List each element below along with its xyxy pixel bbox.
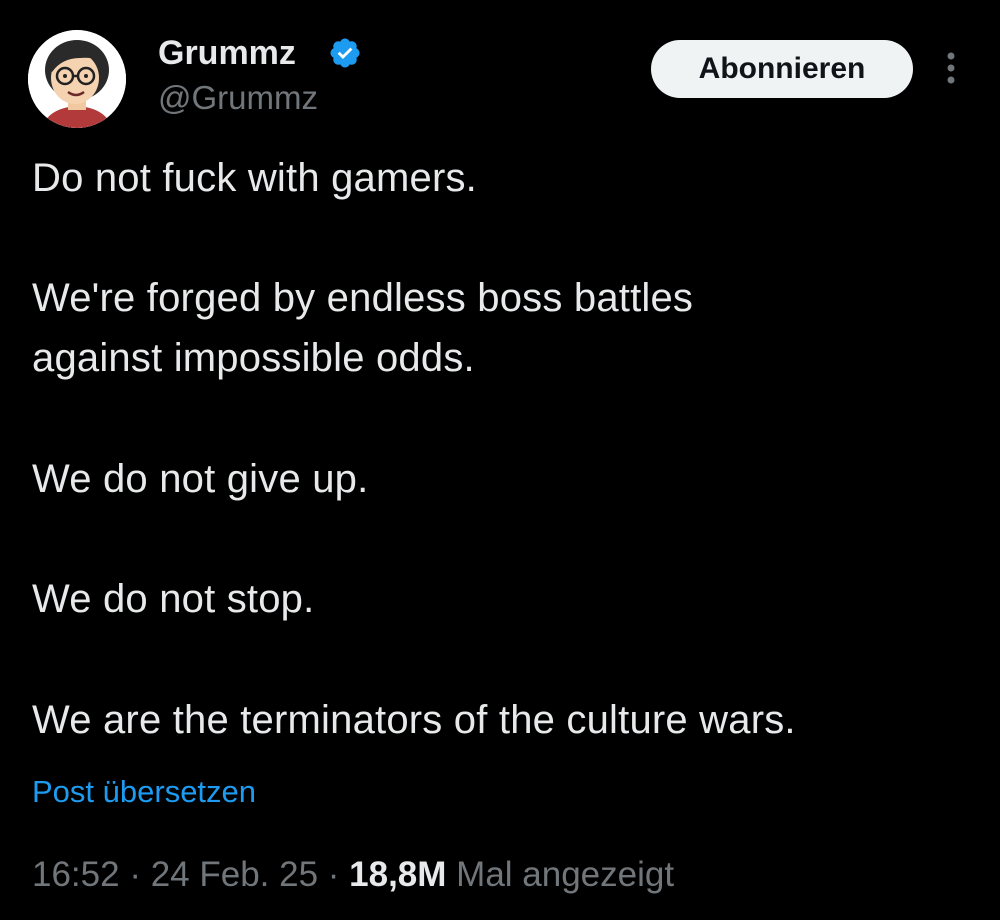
verified-badge-icon [330, 38, 360, 68]
tweet-text-line: against impossible odds. [32, 336, 475, 380]
meta-separator: · [318, 855, 350, 894]
meta-separator: · [119, 855, 151, 894]
views-count[interactable]: 18,8M [349, 855, 446, 894]
tweet-text-line: Do not fuck with gamers. [32, 156, 477, 200]
user-handle[interactable]: @Grummz [158, 78, 318, 118]
avatar-image [28, 30, 126, 128]
more-options-button[interactable] [936, 48, 966, 88]
translate-post-link[interactable]: Post übersetzen [32, 772, 256, 812]
tweet-text-line: We are the terminators of the culture wa… [32, 698, 796, 742]
tweet-text-line: We do not stop. [32, 577, 315, 621]
post-time[interactable]: 16:52 [32, 855, 120, 894]
more-vertical-icon [947, 52, 955, 84]
post-date[interactable]: 24 Feb. 25 [151, 855, 318, 894]
tweet-text-line: We do not give up. [32, 457, 369, 501]
views-label: Mal angezeigt [446, 855, 675, 894]
follow-button[interactable]: Abonnieren [651, 40, 913, 98]
tweet-text-line: We're forged by endless boss battles [32, 276, 694, 320]
avatar[interactable] [28, 30, 126, 128]
post-meta: 16:52 · 24 Feb. 25 · 18,8M Mal angezeigt [32, 852, 674, 898]
display-name[interactable]: Grummz [158, 33, 296, 73]
